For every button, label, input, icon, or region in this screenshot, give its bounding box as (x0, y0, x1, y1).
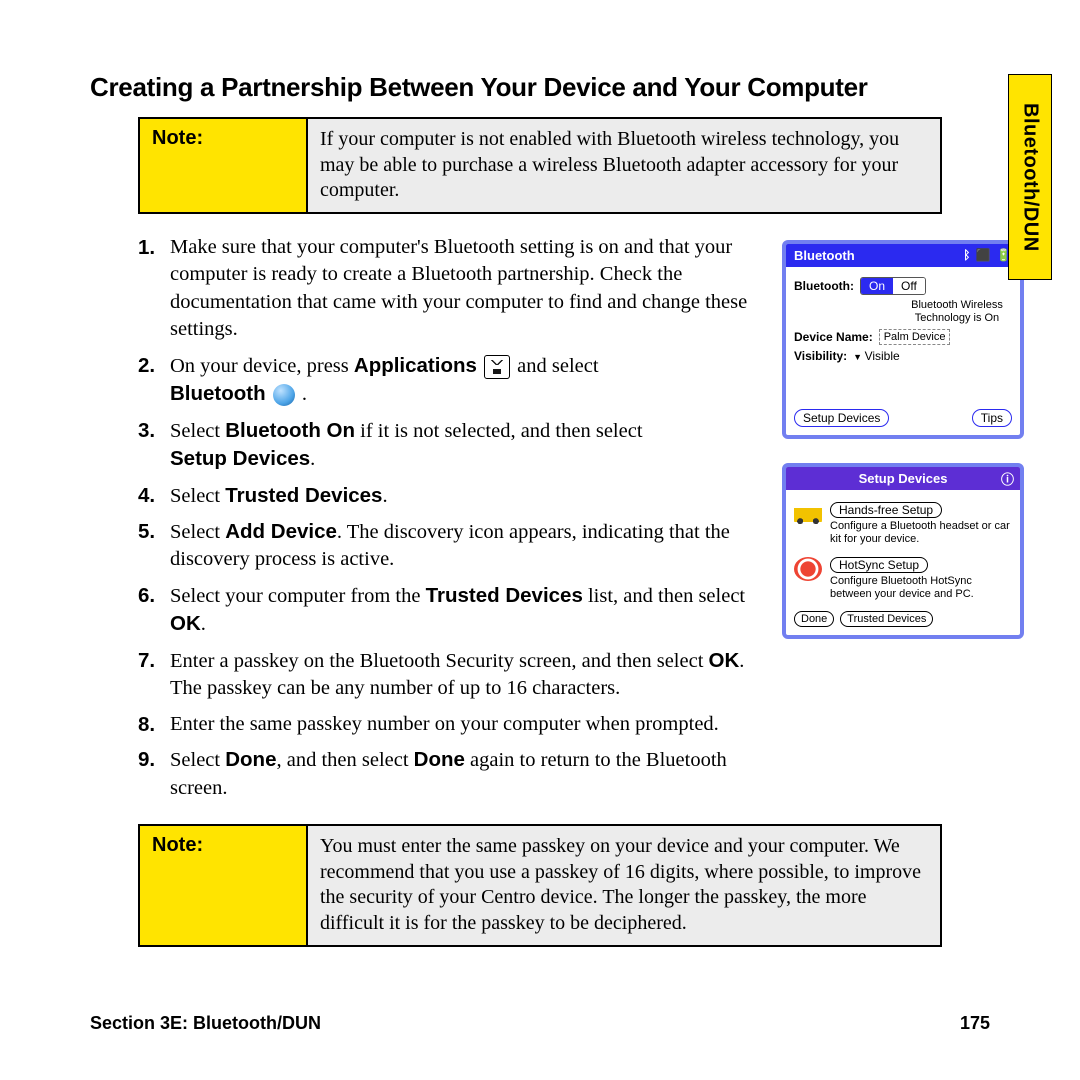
info-icon[interactable]: ⓘ (1001, 469, 1014, 488)
note-label: Note: (140, 119, 308, 212)
note-text: If your computer is not enabled with Blu… (308, 119, 940, 212)
hotsync-setup-button[interactable]: HotSync Setup (830, 557, 928, 573)
note-text-2: You must enter the same passkey on your … (308, 826, 940, 944)
page-heading: Creating a Partnership Between Your Devi… (90, 72, 990, 103)
car-icon (794, 502, 822, 526)
home-icon (484, 355, 510, 379)
devname-field[interactable]: Palm Device (879, 329, 951, 345)
step-9: Select Done, and then select Done again … (138, 746, 766, 802)
footer-section: Section 3E: Bluetooth/DUN (90, 1013, 321, 1034)
step-8: Enter the same passkey number on your co… (138, 711, 766, 738)
step-7: Enter a passkey on the Bluetooth Securit… (138, 647, 766, 703)
note-box-2: Note: You must enter the same passkey on… (138, 824, 942, 946)
figure-bluetooth-screen: Bluetooth ᛒ ⬛ 🔋 Bluetooth: OnOff Bluetoo… (782, 240, 1024, 439)
visibility-dropdown[interactable]: Visible (853, 349, 900, 363)
setup-devices-button[interactable]: Setup Devices (794, 409, 889, 427)
side-tab: Bluetooth/DUN (1008, 74, 1052, 280)
hotsync-desc: Configure Bluetooth HotSync between your… (830, 575, 1012, 601)
note-box-1: Note: If your computer is not enabled wi… (138, 117, 942, 214)
titlebar-icons: ᛒ ⬛ 🔋 (963, 248, 1012, 262)
handsfree-setup-button[interactable]: Hands-free Setup (830, 502, 942, 518)
page-number: 175 (960, 1013, 990, 1034)
steps-list: Make sure that your computer's Bluetooth… (138, 234, 766, 802)
trusted-devices-button[interactable]: Trusted Devices (840, 611, 933, 627)
done-button[interactable]: Done (794, 611, 834, 627)
devname-label: Device Name: (794, 330, 873, 344)
hotsync-icon (794, 557, 822, 581)
note-label-2: Note: (140, 826, 308, 944)
handsfree-desc: Configure a Bluetooth headset or car kit… (830, 520, 1012, 546)
bt-label: Bluetooth: (794, 279, 854, 293)
side-tab-label: Bluetooth/DUN (1019, 103, 1042, 252)
tips-button[interactable]: Tips (972, 409, 1012, 427)
step-6: Select your computer from the Trusted De… (138, 582, 766, 639)
bt-toggle[interactable]: OnOff (860, 277, 926, 295)
bluetooth-icon (273, 384, 295, 406)
visibility-label: Visibility: (794, 349, 847, 363)
step-1: Make sure that your computer's Bluetooth… (138, 234, 766, 344)
fig2-title: Setup Devices (859, 471, 948, 486)
step-4: Select Trusted Devices. (138, 482, 766, 510)
step-5: Select Add Device. The discovery icon ap… (138, 518, 766, 574)
fig1-title: Bluetooth (794, 248, 855, 263)
step-3: Select Bluetooth On if it is not selecte… (138, 417, 766, 474)
step-2: On your device, press Applications and s… (138, 352, 766, 409)
figure-setup-devices-screen: Setup Devices ⓘ Hands-free Setup Configu… (782, 463, 1024, 639)
bt-hint: Bluetooth Wireless Technology is On (902, 299, 1012, 325)
